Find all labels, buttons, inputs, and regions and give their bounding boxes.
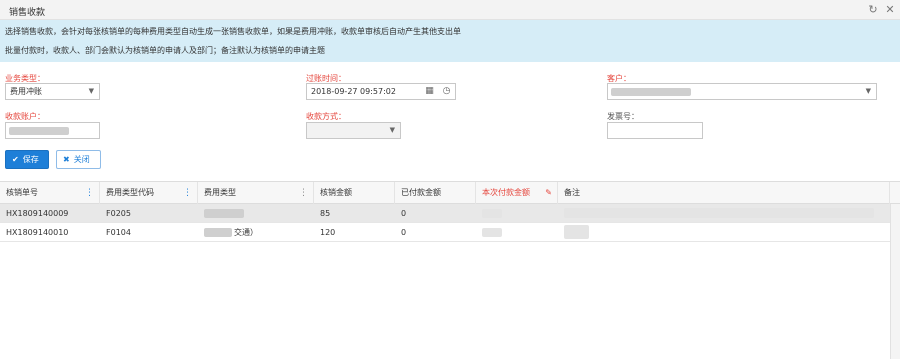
- close-icon[interactable]: ✕: [883, 3, 897, 17]
- cell-remark: [558, 204, 890, 223]
- type-name-text: 交通）: [234, 228, 258, 237]
- table-header: 核销单号 ⋮ 费用类型代码 ⋮ 费用类型 ⋮ 核销金额 已付款金额 本次付款金额…: [0, 182, 900, 204]
- receive-method-label: 收款方式：: [306, 112, 346, 121]
- calendar-icon[interactable]: ▦: [423, 85, 436, 98]
- column-header-paid[interactable]: 已付款金额: [395, 182, 476, 204]
- column-menu-icon[interactable]: ⋮: [183, 182, 192, 204]
- posting-time-value: 2018-09-27 09:57:02: [311, 87, 396, 96]
- cell-type-name: 交通）: [198, 223, 314, 242]
- column-header-remark[interactable]: 备注: [558, 182, 890, 204]
- customer-redacted: [611, 88, 691, 96]
- business-type-select[interactable]: 费用冲账 ▼: [5, 83, 100, 100]
- cell-current-payment[interactable]: [476, 204, 558, 223]
- notice-line-1: 选择销售收款，会针对每张核销单的每种费用类型自动生成一张销售收款单，如果是费用冲…: [5, 27, 461, 36]
- remark-redacted: [564, 208, 874, 218]
- close-label: 关闭: [73, 155, 90, 164]
- table-row[interactable]: HX1809140009 F0205 85 0: [0, 204, 890, 223]
- table-row[interactable]: HX1809140010 F0104 交通） 120 0: [0, 223, 890, 242]
- receive-account-label: 收款账户：: [5, 112, 45, 121]
- invoice-no-label: 发票号：: [607, 112, 639, 121]
- verification-table: 核销单号 ⋮ 费用类型代码 ⋮ 费用类型 ⋮ 核销金额 已付款金额 本次付款金额…: [0, 181, 900, 359]
- column-header-amount[interactable]: 核销金额: [314, 182, 395, 204]
- cell-type-name: [198, 204, 314, 223]
- cell-order-no: HX1809140010: [6, 228, 69, 237]
- cell-order-no: HX1809140009: [6, 209, 69, 218]
- close-button[interactable]: ✖ 关闭: [56, 150, 101, 169]
- type-name-redacted: [204, 228, 232, 237]
- window-title: 销售收款: [9, 8, 46, 18]
- current-payment-redacted: [482, 209, 502, 218]
- invoice-no-input[interactable]: [607, 122, 703, 139]
- current-payment-redacted: [482, 228, 502, 237]
- business-type-value: 费用冲账: [10, 87, 42, 96]
- chevron-down-icon: ▼: [865, 87, 871, 95]
- edit-icon: ✎: [545, 188, 552, 197]
- check-icon: ✔: [12, 155, 19, 164]
- customer-select[interactable]: ▼: [607, 83, 877, 100]
- cell-amount: 85: [320, 209, 331, 218]
- type-name-redacted: [204, 209, 244, 218]
- chevron-down-icon: ▼: [88, 87, 94, 95]
- clock-icon[interactable]: ◷: [440, 85, 453, 98]
- refresh-icon[interactable]: ↻: [866, 3, 880, 17]
- remark-redacted: [564, 225, 589, 239]
- close-icon: ✖: [63, 155, 70, 164]
- receive-method-select[interactable]: ▼: [306, 122, 401, 139]
- cell-remark: [558, 223, 890, 242]
- chevron-down-icon: ▼: [389, 126, 395, 134]
- save-label: 保存: [22, 155, 39, 164]
- table-scrollbar[interactable]: [890, 204, 900, 359]
- cell-amount: 120: [320, 228, 336, 237]
- column-header-type-name[interactable]: 费用类型 ⋮: [198, 182, 314, 204]
- cell-paid: 0: [401, 209, 407, 218]
- receive-account-redacted: [9, 127, 69, 135]
- notice-panel: 选择销售收款，会针对每张核销单的每种费用类型自动生成一张销售收款单，如果是费用冲…: [0, 20, 900, 62]
- column-header-type-code[interactable]: 费用类型代码 ⋮: [100, 182, 198, 204]
- window-titlebar: 销售收款 ↻ ✕: [0, 0, 900, 20]
- notice-line-2: 批量付款时，收款人、部门会默认为核销单的申请人及部门；备注默认为核销单的申请主题: [5, 46, 325, 55]
- posting-time-input[interactable]: 2018-09-27 09:57:02 ▦ ◷: [306, 83, 456, 100]
- column-header-current-payment[interactable]: 本次付款金额 ✎: [476, 182, 558, 204]
- column-header-order-no[interactable]: 核销单号 ⋮: [0, 182, 100, 204]
- cell-current-payment[interactable]: [476, 223, 558, 242]
- cell-type-code: F0205: [106, 209, 131, 218]
- column-menu-icon[interactable]: ⋮: [85, 182, 94, 204]
- cell-paid: 0: [401, 228, 407, 237]
- receive-account-input[interactable]: [5, 122, 100, 139]
- column-menu-icon[interactable]: ⋮: [299, 182, 308, 204]
- cell-type-code: F0104: [106, 228, 131, 237]
- save-button[interactable]: ✔ 保存: [5, 150, 49, 169]
